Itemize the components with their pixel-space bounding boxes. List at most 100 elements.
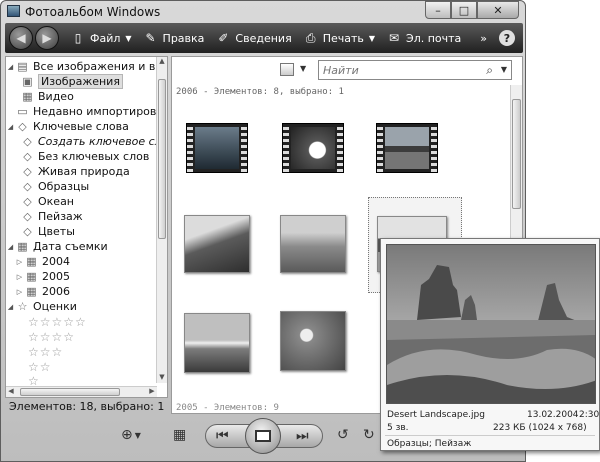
scroll-up-icon[interactable]: ▲ — [157, 57, 167, 67]
expand-icon[interactable]: ▷ — [15, 288, 24, 296]
group-header-2005[interactable]: 2005 - Элементов: 9 — [176, 403, 279, 413]
photo-thumbnail[interactable] — [280, 311, 346, 371]
video-thumbnail[interactable] — [282, 123, 344, 173]
scroll-thumb[interactable] — [512, 99, 521, 209]
scroll-down-icon[interactable]: ▼ — [157, 373, 167, 383]
view-mode-button[interactable] — [280, 63, 294, 76]
close-button[interactable]: ✕ — [477, 1, 519, 19]
title-bar: Фотоальбом Windows – □ ✕ — [1, 1, 525, 23]
collapse-icon[interactable]: ◢ — [6, 243, 15, 251]
tree-item-tag-landscape[interactable]: ◇ Пейзаж — [20, 209, 83, 224]
navigation-tree: ◢ ▤ Все изображения и видео ▣ Изображени… — [6, 57, 167, 388]
email-button[interactable]: ✉ Эл. почта — [381, 23, 467, 53]
nav-horizontal-scrollbar[interactable]: ◀ ▶ — [6, 386, 157, 397]
email-icon: ✉ — [388, 31, 400, 45]
help-button[interactable]: ? — [499, 30, 515, 46]
tree-item-images[interactable]: ▣ Изображения — [20, 74, 123, 89]
scroll-thumb[interactable] — [158, 79, 166, 239]
film-holes — [431, 124, 437, 172]
nav-buttons: ◀ ▶ — [9, 25, 65, 51]
tree-item-tag-ocean[interactable]: ◇ Океан — [20, 194, 74, 209]
calendar-icon: ▦ — [26, 285, 37, 298]
rating-5-stars[interactable]: ☆☆☆☆☆ — [28, 314, 87, 329]
chevron-down-icon[interactable]: ▼ — [501, 65, 507, 74]
search-input[interactable] — [323, 63, 483, 78]
tree-item-label: Без ключевых слов — [38, 150, 150, 163]
rotate-left-button[interactable]: ↺ — [337, 427, 349, 443]
film-holes — [337, 124, 343, 172]
zoom-button[interactable]: ⊕ ▼ — [121, 427, 141, 443]
rating-4-stars[interactable]: ☆☆☆☆ — [28, 329, 75, 344]
rating-2-stars[interactable]: ☆☆ — [28, 359, 52, 374]
tree-item-create-tag[interactable]: ◇ Создать ключевое слово — [20, 134, 167, 149]
tree-item-tags[interactable]: ◢ ◇ Ключевые слова — [6, 119, 129, 134]
edit-button-label: Правка — [162, 31, 205, 45]
scroll-right-icon[interactable]: ▶ — [147, 387, 157, 395]
search-box: ⌕ ▼ — [318, 60, 512, 80]
maximize-button[interactable]: □ — [451, 1, 477, 19]
back-button[interactable]: ◀ — [9, 26, 33, 50]
rating-3-stars[interactable]: ☆☆☆ — [28, 344, 63, 359]
chevron-down-icon[interactable]: ▼ — [300, 64, 306, 73]
tree-item-tag-wildlife[interactable]: ◇ Живая природа — [20, 164, 129, 179]
tree-item-tag-flowers[interactable]: ◇ Цветы — [20, 224, 75, 239]
collapse-icon[interactable]: ◢ — [6, 123, 15, 131]
search-icon[interactable]: ⌕ — [486, 63, 493, 78]
expand-icon[interactable]: ▷ — [15, 258, 24, 266]
rotate-left-icon: ↺ — [337, 427, 349, 443]
nav-vertical-scrollbar[interactable]: ▲ ▼ — [156, 57, 167, 383]
group-header-2006[interactable]: 2006 - Элементов: 8, выбрано: 1 — [176, 87, 344, 97]
photo-thumbnail[interactable] — [184, 313, 250, 373]
info-button[interactable]: ✐ Сведения — [210, 23, 297, 53]
previous-button[interactable]: ⏮ — [216, 428, 229, 444]
tree-item-ratings[interactable]: ◢ ☆ Оценки — [6, 299, 77, 314]
expand-icon[interactable]: ▷ — [15, 273, 24, 281]
print-menu[interactable]: ⎙ Печать ▼ — [298, 23, 381, 53]
file-menu-label: Файл — [90, 31, 121, 45]
video-frame — [195, 127, 239, 169]
scroll-thumb[interactable] — [20, 388, 120, 396]
tree-item-all[interactable]: ◢ ▤ Все изображения и видео — [6, 59, 167, 74]
tree-item-recent[interactable]: ▭ Недавно импортированные — [15, 104, 167, 119]
calendar-icon: ▦ — [26, 270, 37, 283]
tree-item-label: Пейзаж — [38, 210, 83, 223]
video-icon: ▦ — [22, 90, 33, 103]
photo-thumbnail[interactable] — [280, 215, 346, 273]
file-menu[interactable]: ▯ Файл ▼ — [65, 23, 138, 53]
actual-size-button[interactable]: ▦ — [173, 427, 186, 443]
tree-item-2006[interactable]: ▷ ▦ 2006 — [15, 284, 70, 299]
status-bar-text: Элементов: 18, выбрано: 1 — [9, 400, 165, 413]
film-holes — [241, 124, 247, 172]
video-thumbnail[interactable] — [186, 123, 248, 173]
tag-icon: ◇ — [23, 225, 32, 238]
tree-item-label: Образцы — [38, 180, 90, 193]
more-button[interactable]: » — [474, 23, 493, 53]
preview-filename: Desert Landscape.jpg — [387, 410, 485, 420]
window-controls: – □ ✕ — [425, 1, 519, 19]
next-icon: ⏭ — [296, 428, 309, 444]
tree-item-date[interactable]: ◢ ▦ Дата съемки — [6, 239, 108, 254]
photo-thumbnail[interactable] — [184, 215, 250, 273]
next-button[interactable]: ⏭ — [296, 428, 309, 444]
print-menu-label: Печать — [322, 31, 364, 45]
tree-item-no-tags[interactable]: ◇ Без ключевых слов — [20, 149, 149, 164]
tree-item-2004[interactable]: ▷ ▦ 2004 — [15, 254, 70, 269]
add-tag-icon: ◇ — [23, 135, 32, 148]
video-thumbnail[interactable] — [376, 123, 438, 173]
collapse-icon[interactable]: ◢ — [6, 63, 15, 71]
tree-item-2005[interactable]: ▷ ▦ 2005 — [15, 269, 70, 284]
minimize-button[interactable]: – — [425, 1, 451, 19]
film-holes — [283, 124, 289, 172]
collapse-icon[interactable]: ◢ — [6, 303, 15, 311]
tree-item-video[interactable]: ▦ Видео — [20, 89, 74, 104]
forward-button[interactable]: ▶ — [35, 26, 59, 50]
edit-button[interactable]: ✎ Правка — [138, 23, 211, 53]
star-icon: ☆ — [17, 300, 28, 313]
rotate-right-button[interactable]: ↻ — [363, 427, 375, 443]
toolbar: ◀ ▶ ▯ Файл ▼ ✎ Правка ✐ Сведения ⎙ Печат… — [5, 23, 523, 53]
scroll-left-icon[interactable]: ◀ — [6, 387, 16, 395]
slideshow-button[interactable] — [245, 418, 281, 454]
tree-item-tag-samples[interactable]: ◇ Образцы — [20, 179, 89, 194]
photo-preview-tooltip: Desert Landscape.jpg 13.02.2004 2:30 5 з… — [380, 238, 600, 451]
chevron-down-icon: ▼ — [125, 33, 132, 43]
